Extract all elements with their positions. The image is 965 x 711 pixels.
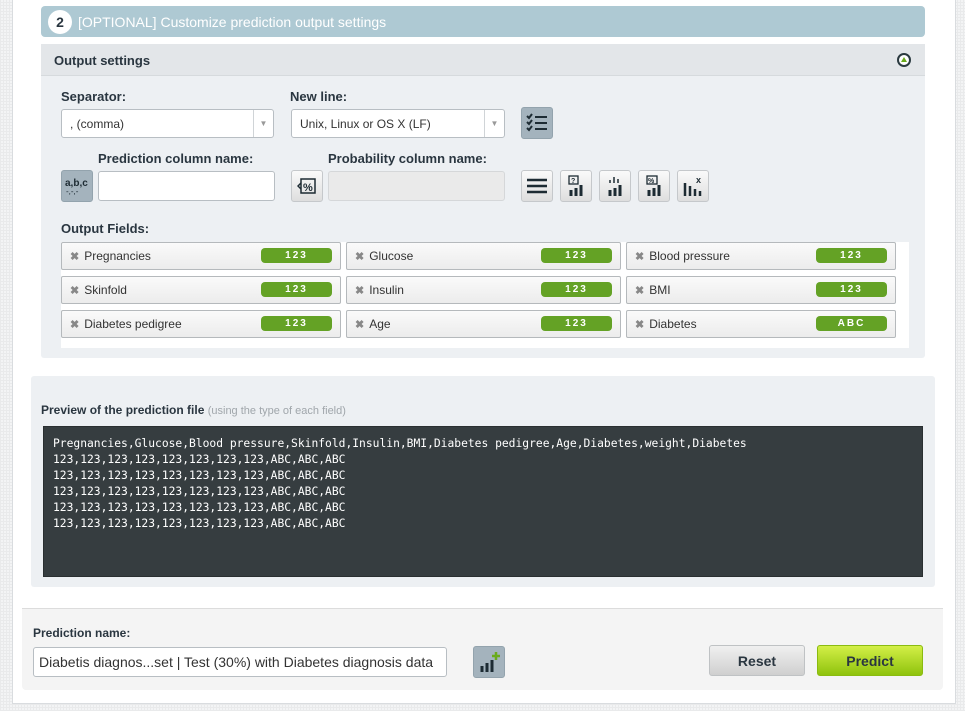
preview-content: Pregnancies,Glucose,Blood pressure,Skinf…: [43, 426, 923, 577]
field-name: Diabetes pedigree: [84, 317, 182, 331]
output-field-item[interactable]: ✖ Blood pressure 123: [626, 242, 896, 270]
field-type-badge: 123: [261, 316, 332, 331]
field-name: Glucose: [369, 249, 414, 263]
add-prediction-button[interactable]: [473, 646, 505, 678]
field-type-badge: 123: [261, 248, 332, 263]
output-field-item[interactable]: ✖ Insulin 123: [346, 276, 621, 304]
preview-subtitle: (using the type of each field): [207, 405, 346, 417]
remove-icon[interactable]: ✖: [355, 318, 364, 331]
remove-icon[interactable]: ✖: [355, 250, 364, 263]
remove-icon[interactable]: ✖: [70, 284, 79, 297]
remove-icon[interactable]: ✖: [635, 284, 644, 297]
remove-icon[interactable]: ✖: [70, 318, 79, 331]
chart-add-icon: [480, 652, 500, 672]
preview-title: Preview of the prediction file: [41, 403, 205, 417]
field-name: Skinfold: [84, 283, 127, 297]
field-name: BMI: [649, 283, 671, 297]
output-fields-label: Output Fields:: [61, 221, 150, 236]
field-type-badge: 123: [816, 248, 887, 263]
preview-line: 123,123,123,123,123,123,123,123,ABC,ABC,…: [53, 501, 346, 514]
output-fields-list: ✖ Pregnancies 123 ✖ Glucose 123 ✖ Blood pressur…: [61, 242, 909, 348]
field-type-badge: 123: [541, 282, 612, 297]
field-name: Diabetes: [649, 317, 697, 331]
preview-line: 123,123,123,123,123,123,123,123,ABC,ABC,…: [53, 453, 346, 466]
text-format-icon: a,b,c-,-,-: [65, 178, 88, 196]
remove-icon[interactable]: ✖: [635, 318, 644, 331]
confidence-chart-icon: ?: [568, 175, 583, 196]
field-name: Pregnancies: [84, 249, 151, 263]
remove-icon[interactable]: ✖: [635, 250, 644, 263]
preview-line: 123,123,123,123,123,123,123,123,ABC,ABC,…: [53, 469, 346, 482]
svg-text:?: ?: [571, 178, 575, 185]
prediction-footer: Prediction name: Reset Predict: [22, 608, 943, 690]
svg-text:-,-,-: -,-,-: [66, 187, 79, 196]
chevron-down-icon: ▼: [253, 110, 273, 137]
probability-button[interactable]: %: [638, 170, 670, 202]
prediction-name-label: Prediction name:: [33, 626, 131, 640]
step-number: 2: [48, 9, 72, 34]
remove-icon[interactable]: ✖: [355, 284, 364, 297]
preview-line: 123,123,123,123,123,123,123,123,ABC,ABC,…: [53, 517, 346, 530]
probability-column-label: Probability column name:: [328, 151, 487, 166]
probability-column-input[interactable]: [328, 171, 505, 201]
svg-text:x: x: [696, 175, 701, 185]
list-icon: [527, 178, 547, 194]
confidence-button[interactable]: ?: [560, 170, 592, 202]
percent-button[interactable]: %: [291, 170, 323, 202]
chevron-down-icon: ▼: [484, 110, 504, 137]
svg-text:%: %: [648, 178, 655, 185]
predict-button[interactable]: Predict: [817, 645, 923, 676]
svg-text:%: %: [303, 182, 313, 194]
distribution-chart-icon: [608, 177, 622, 196]
preview-panel: Preview of the prediction file (using th…: [31, 376, 935, 587]
field-name: Insulin: [369, 283, 404, 297]
checklist-icon: [526, 113, 547, 132]
output-field-item[interactable]: ✖ BMI 123: [626, 276, 896, 304]
separator-select[interactable]: , (comma) ▼: [61, 109, 274, 138]
exclude-chart-icon: x: [683, 175, 702, 196]
reset-button[interactable]: Reset: [709, 645, 805, 676]
prediction-name-input[interactable]: [33, 647, 447, 677]
output-field-item[interactable]: ✖ Glucose 123: [346, 242, 621, 270]
field-type-badge: 123: [261, 282, 332, 297]
field-name: Age: [369, 317, 391, 331]
distribution-button[interactable]: [599, 170, 631, 202]
newline-select[interactable]: Unix, Linux or OS X (LF) ▼: [291, 109, 505, 138]
field-name: Blood pressure: [649, 249, 730, 263]
newline-label: New line:: [290, 89, 348, 104]
output-settings-title: Output settings: [54, 53, 151, 68]
step-title: [OPTIONAL] Customize prediction output s…: [78, 13, 387, 30]
select-fields-button[interactable]: [521, 107, 553, 139]
field-type-badge: ABC: [816, 316, 887, 331]
remove-icon[interactable]: ✖: [70, 250, 79, 263]
all-fields-button[interactable]: [521, 170, 553, 202]
prediction-column-input[interactable]: [98, 171, 275, 201]
step-header: 2 [OPTIONAL] Customize prediction output…: [41, 6, 925, 37]
percent-icon: %: [297, 178, 316, 194]
collapse-icon[interactable]: [897, 53, 911, 67]
preview-title-row: Preview of the prediction file (using th…: [41, 403, 346, 417]
field-type-badge: 123: [816, 282, 887, 297]
prediction-column-label: Prediction column name:: [98, 151, 254, 166]
output-field-item[interactable]: ✖ Pregnancies 123: [61, 242, 341, 270]
output-field-item[interactable]: ✖ Skinfold 123: [61, 276, 341, 304]
separator-label: Separator:: [61, 89, 127, 104]
text-format-button[interactable]: a,b,c -,-,-: [61, 170, 93, 202]
output-field-item[interactable]: ✖ Age 123: [346, 310, 621, 338]
output-settings-panel: Output settings Separator: , (comma) ▼ N…: [41, 44, 925, 358]
preview-line: Pregnancies,Glucose,Blood pressure,Skinf…: [53, 437, 747, 450]
newline-value: Unix, Linux or OS X (LF): [300, 117, 431, 131]
output-field-item[interactable]: ✖ Diabetes ABC: [626, 310, 896, 338]
output-field-item[interactable]: ✖ Diabetes pedigree 123: [61, 310, 341, 338]
preview-line: 123,123,123,123,123,123,123,123,ABC,ABC,…: [53, 485, 346, 498]
output-settings-header[interactable]: Output settings: [41, 44, 925, 76]
field-type-badge: 123: [541, 316, 612, 331]
field-type-badge: 123: [541, 248, 612, 263]
exclude-button[interactable]: x: [677, 170, 709, 202]
separator-value: , (comma): [70, 117, 124, 131]
probability-chart-icon: %: [646, 175, 661, 196]
